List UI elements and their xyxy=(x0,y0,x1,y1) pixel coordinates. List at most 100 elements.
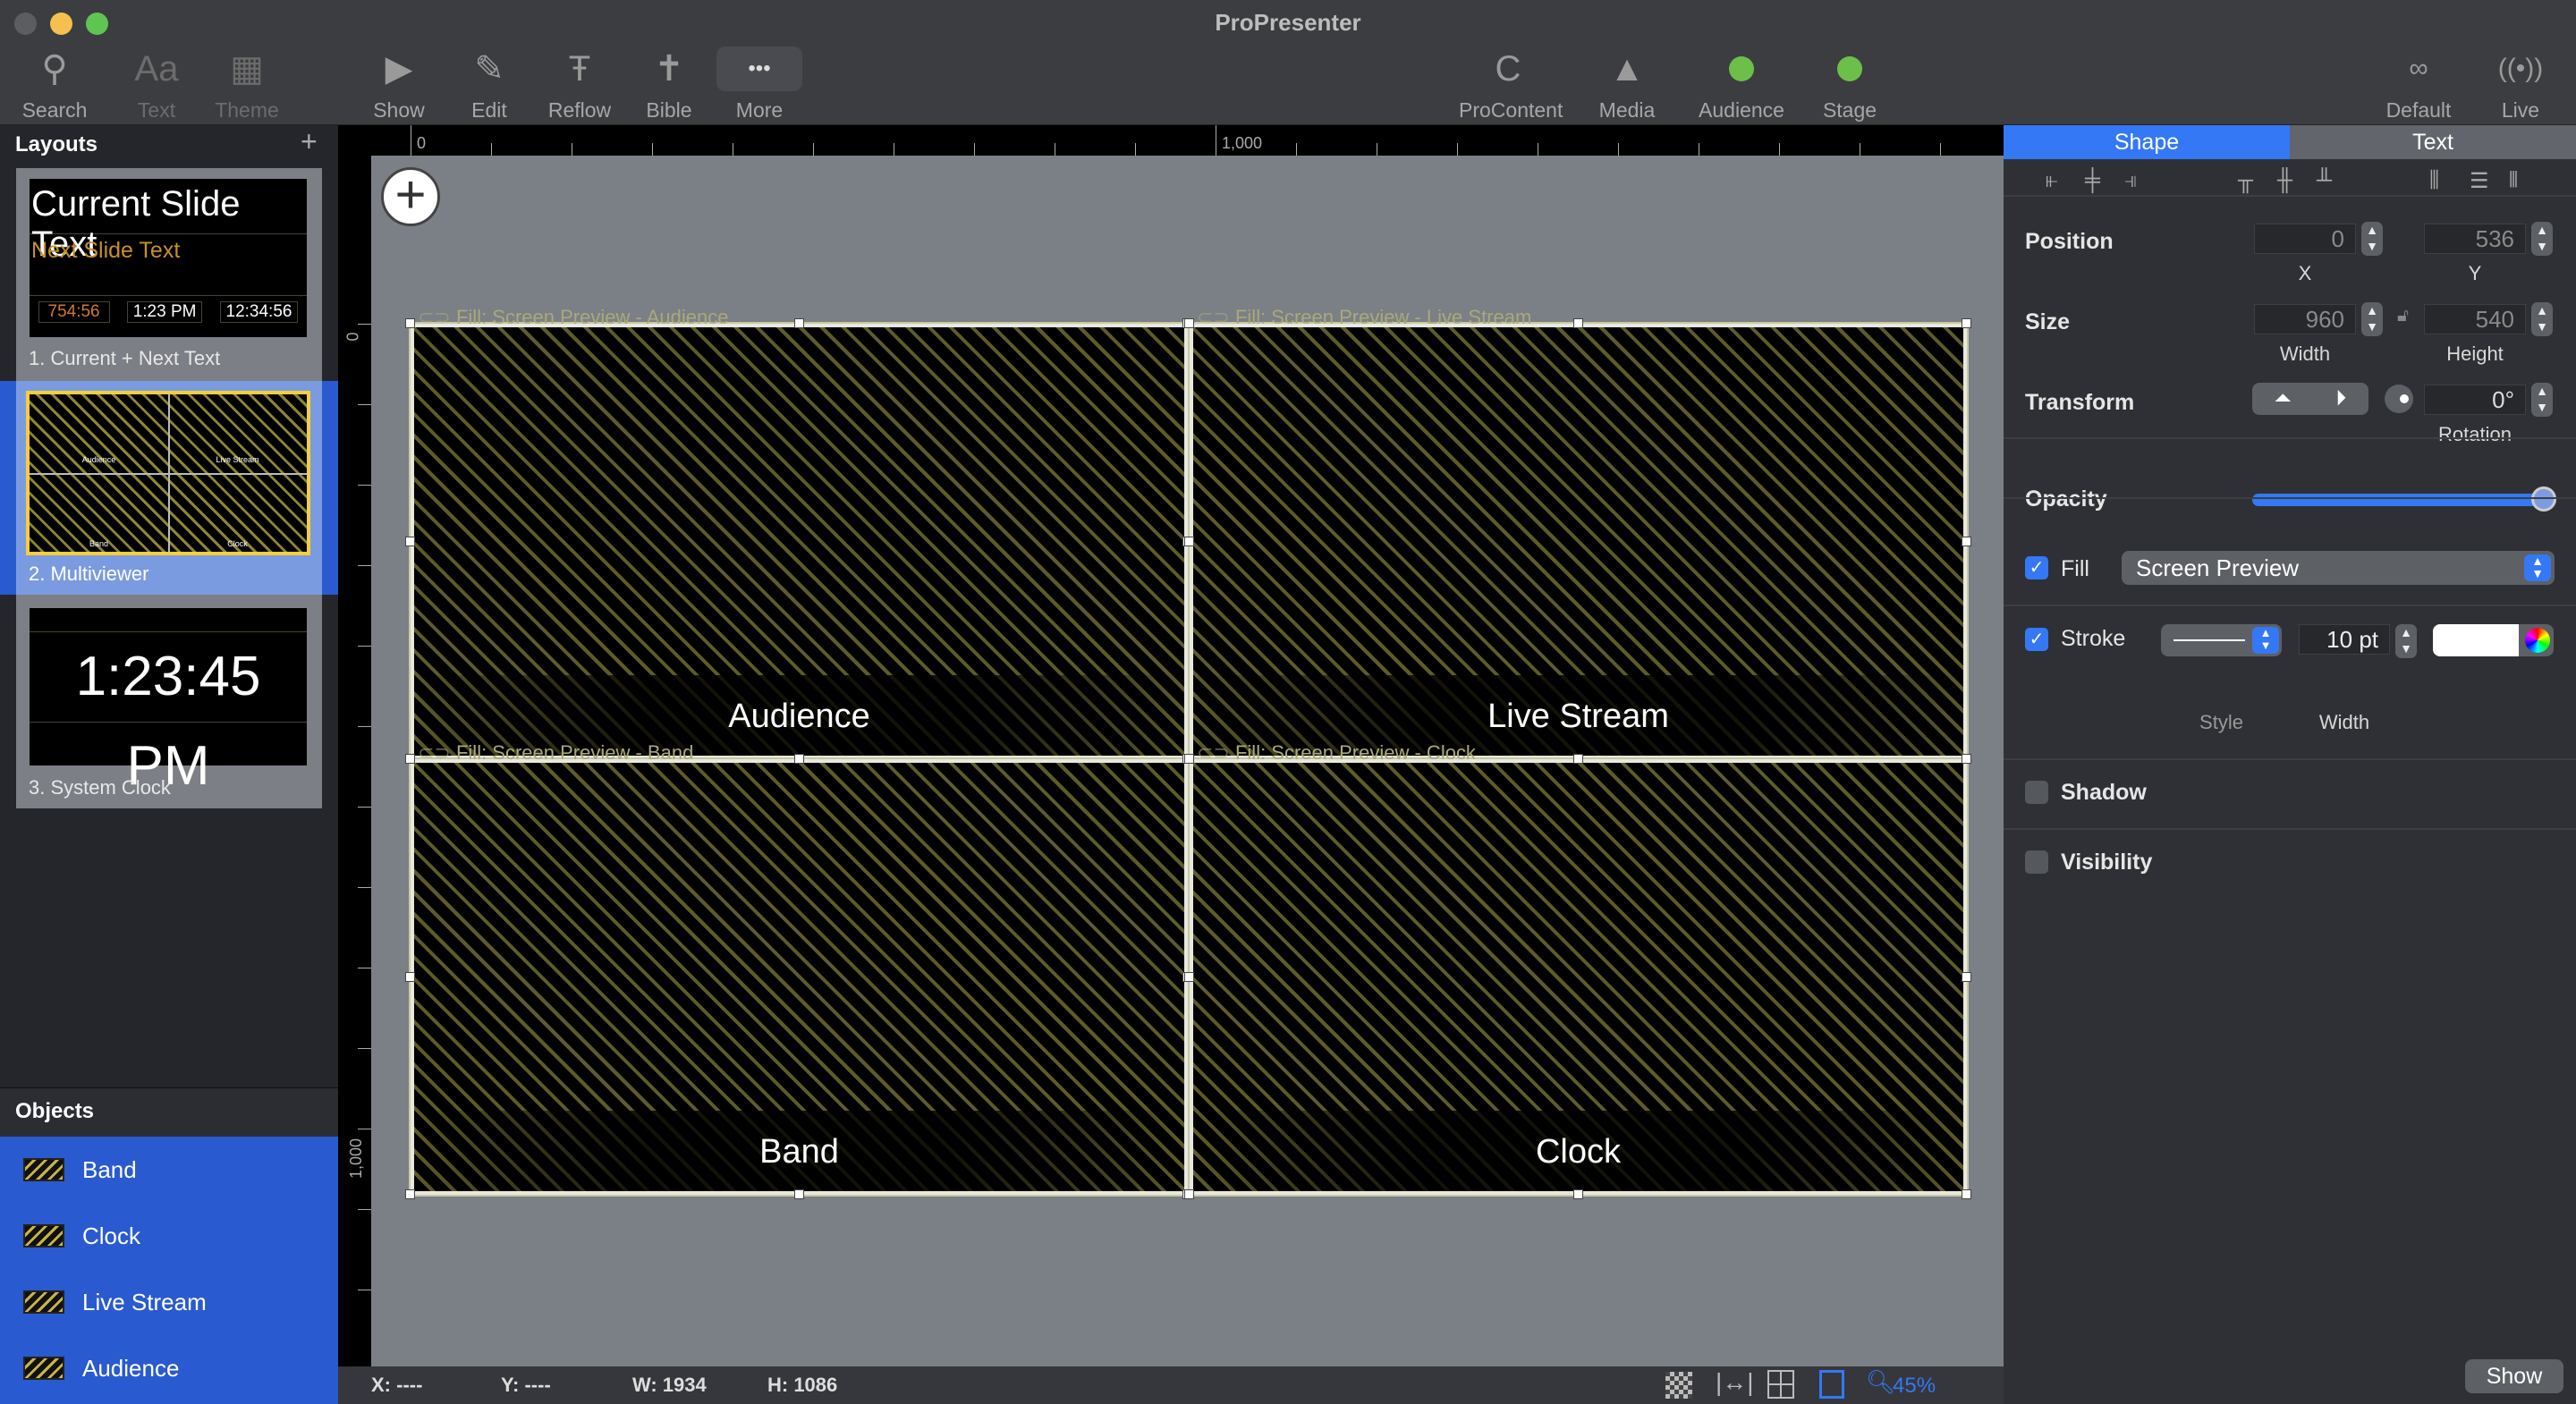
resize-handle[interactable] xyxy=(1572,754,1583,764)
shadow-checkbox[interactable] xyxy=(2025,781,2048,804)
resize-handle[interactable] xyxy=(1184,971,1194,982)
resize-handle[interactable] xyxy=(1962,971,1971,982)
stroke-color-well[interactable] xyxy=(2433,624,2554,656)
position-y-stepper[interactable]: ▲ ▼ xyxy=(2531,222,2553,256)
resize-handle[interactable] xyxy=(1184,536,1194,546)
position-x-input[interactable]: 0 xyxy=(2254,224,2356,254)
add-layout-button[interactable]: + xyxy=(301,125,318,158)
width-label: Width xyxy=(2279,343,2331,365)
shadow-label: Shadow xyxy=(2061,780,2147,805)
rotation-input[interactable]: 0° xyxy=(2424,385,2526,415)
toolbar-show-button[interactable]: ▶ Show xyxy=(350,47,448,123)
flip-control[interactable]: ⏶ ⏵ xyxy=(2252,383,2368,415)
fill-select[interactable]: Screen Preview ▲ ▼ xyxy=(2122,551,2555,585)
resize-handle[interactable] xyxy=(405,754,415,764)
status-height: H: 1086 xyxy=(767,1374,838,1396)
grid-toggle-icon[interactable] xyxy=(1767,1370,1794,1399)
add-object-button[interactable]: + xyxy=(381,167,440,226)
resize-handle[interactable] xyxy=(1184,1189,1194,1199)
opacity-slider[interactable] xyxy=(2252,494,2556,506)
toolbar-text-button[interactable]: Aa Text xyxy=(107,47,206,123)
divider xyxy=(2004,497,2576,499)
object-item[interactable]: Audience xyxy=(0,1335,338,1401)
tab-text[interactable]: Text xyxy=(2290,125,2576,159)
size-height-stepper[interactable]: ▲ ▼ xyxy=(2531,302,2553,336)
screen-preview-live-stream[interactable]: Live Stream xyxy=(1188,322,1969,761)
align-top-icon[interactable]: ╥ xyxy=(2238,168,2253,193)
resize-handle[interactable] xyxy=(405,536,415,546)
fill-checkbox[interactable]: ✓ xyxy=(2025,556,2048,579)
toolbar-search-button[interactable]: ⚲ Search xyxy=(5,47,104,123)
distribute-vertical-icon[interactable]: ☰ xyxy=(2470,168,2489,194)
resize-handle[interactable] xyxy=(1184,754,1194,764)
ruler-tick xyxy=(1296,143,1297,156)
distribute-horizontal-icon[interactable]: ⫼ xyxy=(2429,168,2439,193)
resize-handle[interactable] xyxy=(1572,1189,1583,1199)
rotation-stepper[interactable]: ▲ ▼ xyxy=(2531,383,2553,417)
tab-shape[interactable]: Shape xyxy=(2004,125,2290,159)
position-y-input[interactable]: 536 xyxy=(2424,224,2526,254)
screen-preview-band[interactable]: Band xyxy=(409,757,1190,1197)
toolbar-more-button[interactable]: ••• More xyxy=(710,47,809,123)
resize-handle[interactable] xyxy=(405,318,415,328)
color-wheel-icon[interactable] xyxy=(2525,628,2550,653)
layout-item-system-clock[interactable]: 1:23:45 PM 3. System Clock xyxy=(16,595,322,808)
resize-handle[interactable] xyxy=(1962,318,1971,328)
screen-preview-clock[interactable]: Clock xyxy=(1188,757,1969,1197)
reflow-icon: Ŧ xyxy=(568,48,591,89)
resize-handle[interactable] xyxy=(1962,754,1971,764)
ruler-toggle-icon[interactable] xyxy=(1819,1370,1844,1399)
resize-handle[interactable] xyxy=(793,1189,804,1199)
toolbar-live-button[interactable]: ((•)) Live xyxy=(2471,47,2570,123)
resize-handle[interactable] xyxy=(1184,318,1194,328)
resize-handle[interactable] xyxy=(1572,318,1583,328)
toolbar-stage-button[interactable]: Stage xyxy=(1801,47,1899,123)
align-bottom-icon[interactable]: ╨ xyxy=(2317,168,2332,193)
object-label: Clock xyxy=(82,1222,141,1249)
object-item[interactable]: Band xyxy=(0,1137,338,1203)
position-x-stepper[interactable]: ▲ ▼ xyxy=(2361,222,2383,256)
checkerboard-toggle-icon[interactable] xyxy=(1665,1372,1692,1399)
toolbar-audience-button[interactable]: Audience xyxy=(1692,47,1791,123)
screen-preview-audience[interactable]: Audience xyxy=(409,322,1190,761)
resize-handle[interactable] xyxy=(1962,536,1971,546)
fit-width-icon[interactable]: |↔| xyxy=(1716,1368,1754,1397)
show-button[interactable]: Show xyxy=(2465,1359,2563,1393)
align-left-icon[interactable]: ⫦ xyxy=(2046,168,2058,193)
zoom-level[interactable]: 45% xyxy=(1893,1374,1936,1399)
flip-vertical-icon[interactable]: ⏵ xyxy=(2335,386,2346,411)
toolbar-default-button[interactable]: ∞ Default xyxy=(2369,47,2468,123)
align-center-icon[interactable]: ╪ xyxy=(2085,168,2100,193)
layout-item-current-next[interactable]: Current Slide Text Next Slide Text 754:5… xyxy=(16,168,322,381)
size-height-input[interactable]: 540 xyxy=(2424,304,2526,334)
aspect-lock-icon[interactable]: 🔓︎ xyxy=(2397,306,2409,326)
size-width-input[interactable]: 960 xyxy=(2254,304,2356,334)
stroke-width-input[interactable]: 10 pt xyxy=(2299,624,2390,655)
layout-item-multiviewer[interactable]: Audience Live Stream Band Clock 2. Multi… xyxy=(16,381,322,595)
align-middle-icon[interactable]: ╫ xyxy=(2277,168,2292,193)
opacity-slider-thumb[interactable] xyxy=(2531,486,2556,512)
stroke-style-select[interactable]: ▲ ▼ xyxy=(2161,624,2282,656)
toolbar-theme-button[interactable]: ▦ Theme xyxy=(198,47,296,123)
toolbar-bible-button[interactable]: ✝ Bible xyxy=(620,47,718,123)
visibility-checkbox[interactable] xyxy=(2025,850,2048,874)
distribute-spacing-icon[interactable]: ⫴ xyxy=(2509,168,2518,193)
resize-handle[interactable] xyxy=(405,1189,415,1199)
toolbar-reflow-button[interactable]: Ŧ Reflow xyxy=(530,47,629,123)
size-width-stepper[interactable]: ▲ ▼ xyxy=(2361,302,2383,336)
resize-handle[interactable] xyxy=(793,318,804,328)
resize-handle[interactable] xyxy=(1962,1189,1971,1199)
toolbar-procontent-button[interactable]: C ProContent xyxy=(1459,47,1563,123)
object-item[interactable]: Clock xyxy=(0,1203,338,1269)
align-right-icon[interactable]: ⫣ xyxy=(2124,168,2137,193)
toolbar-edit-button[interactable]: ✎ Edit xyxy=(440,47,538,123)
stroke-width-stepper[interactable]: ▲ ▼ xyxy=(2395,624,2417,658)
flip-horizontal-icon[interactable]: ⏶ xyxy=(2275,386,2292,411)
resize-handle[interactable] xyxy=(405,971,415,982)
zoom-icon[interactable]: 🔍︎ xyxy=(1866,1368,1895,1396)
rotation-knob[interactable] xyxy=(2385,385,2413,413)
stroke-checkbox[interactable]: ✓ xyxy=(2025,628,2048,651)
object-item[interactable]: Live Stream xyxy=(0,1269,338,1335)
resize-handle[interactable] xyxy=(793,754,804,764)
toolbar-media-button[interactable]: ▲ Media xyxy=(1578,47,1676,123)
